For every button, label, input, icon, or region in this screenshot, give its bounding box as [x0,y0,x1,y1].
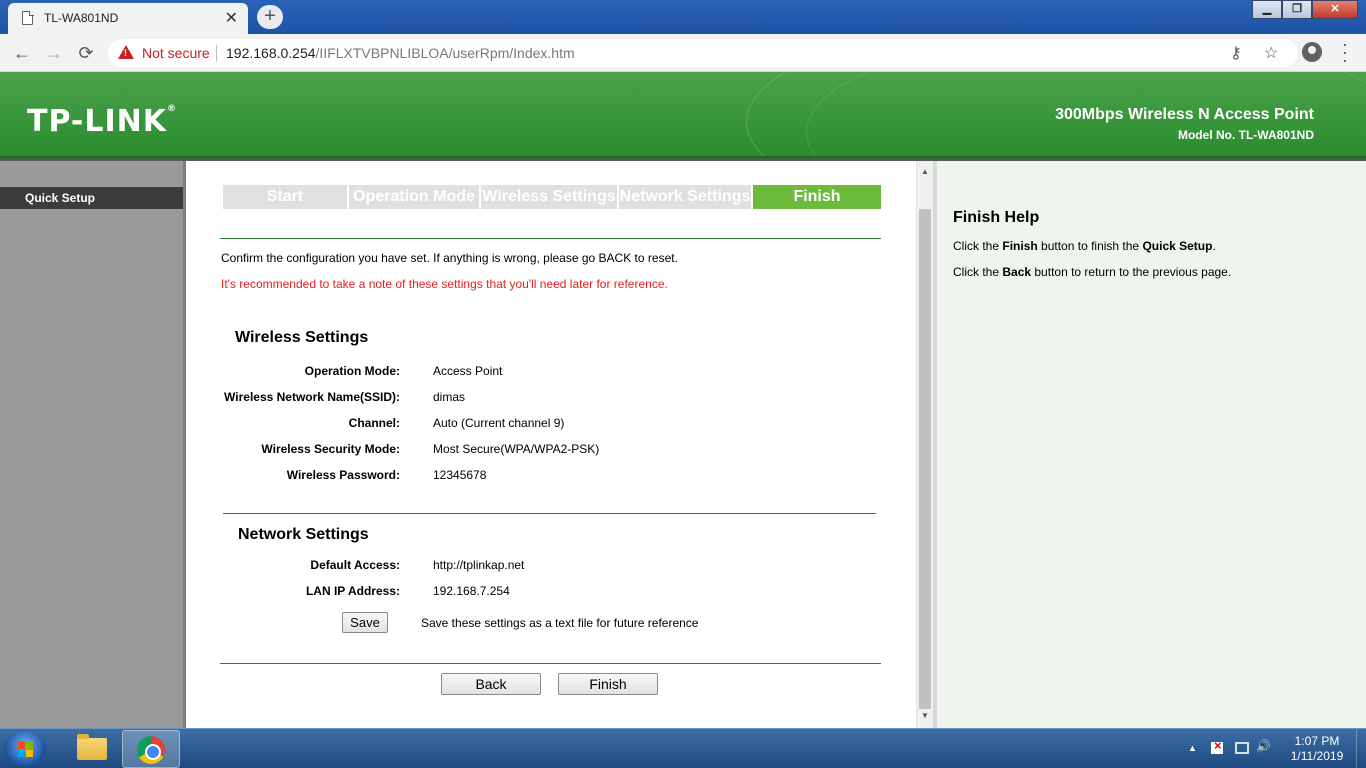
folder-icon [77,734,107,760]
confirm-text: Confirm the configuration you have set. … [221,251,678,265]
security-mode-label: Wireless Security Mode: [261,442,400,456]
default-access-label: Default Access: [310,558,400,572]
default-access-value: http://tplinkap.net [433,558,525,572]
step-start: Start [223,185,347,209]
scroll-up-arrow-icon[interactable]: ▲ [921,167,929,176]
forward-arrow-icon[interactable]: → [42,41,66,65]
clock-time: 1:07 PM [1294,734,1340,748]
sidebar-item-quick-setup[interactable]: Quick Setup [0,187,183,209]
profile-avatar-icon[interactable] [1302,42,1322,62]
browser-toolbar: ← → ⟳ ! Not secure 192.168.0.254/IIFLXTV… [0,34,1366,72]
security-mode-value: Most Secure(WPA/WPA2-PSK) [433,442,600,456]
model-number: Model No. TL-WA801ND [1177,128,1314,142]
browser-tab[interactable]: TL-WA801ND ✕ [8,3,248,34]
save-note: Save these settings as a text file for f… [421,616,699,630]
system-clock[interactable]: 1:07 PM 1/11/2019 [1282,734,1352,764]
clock-date: 1/11/2019 [1290,749,1344,763]
finish-button[interactable]: Finish [558,673,658,695]
scroll-down-arrow-icon[interactable]: ▼ [921,711,929,720]
close-window-button[interactable]: ✕ [1312,0,1358,19]
network-settings-heading: Network Settings [238,526,369,543]
lan-ip-value: 192.168.7.254 [433,584,510,598]
step-network-settings: Network Settings [619,185,751,209]
wireless-password-value: 12345678 [433,468,487,482]
product-name: 300Mbps Wireless N Access Point [1055,106,1314,123]
help-title: Finish Help [953,209,1040,226]
security-label[interactable]: Not secure [142,45,210,61]
taskbar-chrome[interactable] [122,730,180,768]
lan-ip-label: LAN IP Address: [305,584,400,598]
reference-warning: It's recommended to take a note of these… [221,277,668,291]
show-desktop-button[interactable] [1356,729,1366,768]
action-center-icon[interactable] [1211,738,1223,754]
new-tab-button[interactable]: + [257,5,283,29]
url-text[interactable]: 192.168.0.254/IIFLXTVBPNLIBLOA/userRpm/I… [226,45,575,61]
scroll-thumb[interactable] [919,209,931,709]
star-icon[interactable]: ☆ [1264,43,1278,63]
save-button[interactable]: Save [342,612,388,633]
address-bar[interactable]: ! Not secure 192.168.0.254/IIFLXTVBPNLIB… [108,39,1298,67]
menu-dots-icon[interactable]: · · · [1338,35,1352,69]
maximize-button[interactable]: ❐ [1282,0,1312,19]
wireless-password-label: Wireless Password: [286,468,400,482]
tray-expand-icon[interactable]: ▲ [1188,743,1197,753]
divider [223,513,876,514]
divider [220,663,881,664]
operation-mode-label: Operation Mode: [304,364,400,378]
wireless-settings-heading: Wireless Settings [235,329,369,346]
windows-taskbar: ▲ 🔊 1:07 PM 1/11/2019 [0,728,1366,768]
step-wireless-settings: Wireless Settings [481,185,617,209]
step-finish: Finish [753,185,881,209]
step-operation-mode: Operation Mode [349,185,479,209]
browser-titlebar: TL-WA801ND ✕ + ▁ ❐ ✕ [0,0,1366,34]
url-host: 192.168.0.254 [226,45,316,61]
window-controls: ▁ ❐ ✕ [1252,0,1358,20]
warning-icon: ! [118,45,134,59]
router-header: TP-LINK® 300Mbps Wireless N Access Point… [0,72,1366,160]
key-icon[interactable]: ⚷ [1230,43,1242,63]
minimize-button[interactable]: ▁ [1252,0,1282,19]
operation-mode-value: Access Point [433,364,503,378]
channel-value: Auto (Current channel 9) [433,416,565,430]
tab-title: TL-WA801ND [44,11,119,25]
taskbar-explorer[interactable] [62,730,120,768]
help-back-text: Click the Back button to return to the p… [953,265,1232,279]
windows-logo-icon [17,741,33,757]
volume-icon[interactable]: 🔊 [1256,739,1271,753]
tab-close-icon[interactable]: ✕ [225,8,238,28]
divider [220,238,881,239]
ssid-label: Wireless Network Name(SSID): [224,390,400,404]
tplink-logo: TP-LINK® [27,104,178,139]
start-button[interactable] [4,731,46,767]
help-finish-text: Click the Finish button to finish the Qu… [953,239,1216,253]
ssid-value: dimas [433,390,466,404]
chrome-icon [137,736,165,764]
back-arrow-icon[interactable]: ← [10,41,34,65]
wizard-steps: Start Operation Mode Wireless Settings N… [223,185,881,209]
url-path: /IIFLXTVBPNLIBLOA/userRpm/Index.htm [315,45,575,61]
reload-icon[interactable]: ⟳ [74,41,98,65]
sidebar: Quick Setup [0,161,186,728]
help-pane: Finish Help Click the Finish button to f… [937,161,1366,728]
page-icon [22,10,34,25]
back-button[interactable]: Back [441,673,541,695]
channel-label: Channel: [348,416,400,430]
omnibox-separator [216,45,217,61]
network-icon[interactable] [1235,742,1249,754]
main-scrollbar[interactable]: ▲ ▼ [916,161,933,728]
main-frame: Start Operation Mode Wireless Settings N… [189,161,916,728]
